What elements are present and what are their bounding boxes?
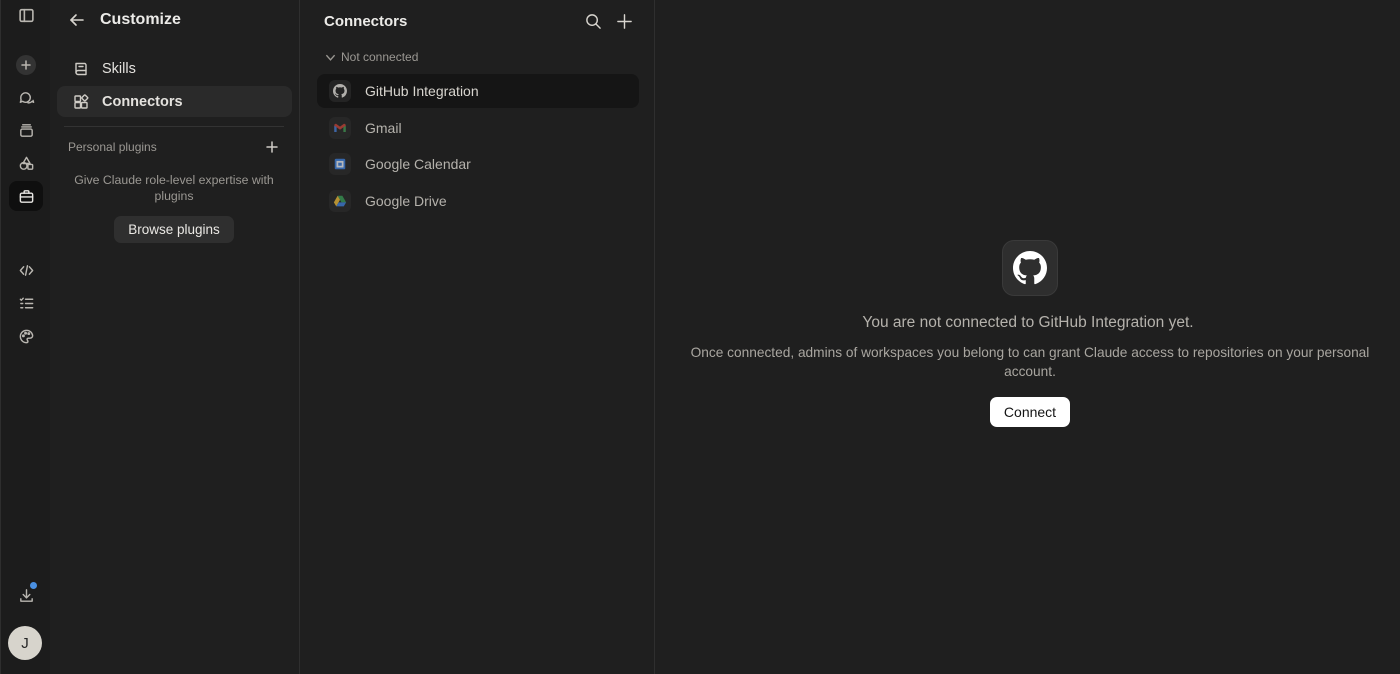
icon-rail: J [0,0,50,674]
connector-detail: You are not connected to GitHub Integrat… [656,0,1400,674]
browse-plugins-button[interactable]: Browse plugins [114,216,234,243]
skills-icon [73,61,89,77]
connector-label: Gmail [365,120,402,136]
connectors-toolbar [584,12,633,30]
add-plugin-icon[interactable] [266,141,278,153]
briefcase-icon[interactable] [9,181,43,211]
google-calendar-icon [329,153,351,175]
not-connected-toggle[interactable]: Not connected [325,50,418,64]
gmail-icon [329,117,351,139]
github-icon [329,80,351,102]
download-icon[interactable] [9,580,43,610]
detail-description: Once connected, admins of workspaces you… [690,345,1370,379]
chats-icon[interactable] [9,83,43,113]
customize-header: Customize [68,9,181,31]
nav-item-label: Connectors [102,93,183,110]
personal-plugins-header: Personal plugins [68,139,278,155]
connect-button[interactable]: Connect [990,397,1070,427]
code-icon[interactable] [9,255,43,285]
nav-item-connectors[interactable]: Connectors [57,86,292,117]
connector-label: GitHub Integration [365,83,479,99]
connector-item-google-calendar[interactable]: Google Calendar [317,147,639,181]
sidebar-toggle-icon[interactable] [9,0,43,30]
connector-label: Google Calendar [365,156,471,172]
avatar[interactable]: J [8,626,42,660]
connector-item-google-drive[interactable]: Google Drive [317,184,639,218]
chevron-down-icon [325,52,336,63]
page-title: Customize [100,11,181,28]
divider [64,126,284,127]
connectors-title: Connectors [324,13,408,30]
detail-title: You are not connected to GitHub Integrat… [862,314,1194,331]
connectors-panel: Connectors Not connected GitHub Integrat… [301,0,655,674]
projects-icon[interactable] [9,115,43,145]
section-label: Not connected [341,50,419,64]
nav-item-label: Skills [102,60,136,77]
back-arrow-icon[interactable] [68,11,86,29]
connector-item-github[interactable]: GitHub Integration [317,74,639,108]
google-drive-icon [329,190,351,212]
section-label: Personal plugins [68,140,157,154]
github-icon [1002,240,1058,296]
connector-item-gmail[interactable]: Gmail [317,111,639,145]
add-connector-icon[interactable] [615,12,633,30]
tasks-icon[interactable] [9,288,43,318]
plugins-empty-text: Give Claude role-level expertise with pl… [74,173,274,203]
artifacts-icon[interactable] [9,148,43,178]
customize-panel: Customize Skills Connectors Personal plu… [50,0,300,674]
search-icon[interactable] [584,12,602,30]
notification-dot [30,582,37,589]
new-chat-button[interactable] [16,55,36,75]
nav-item-skills[interactable]: Skills [57,53,292,84]
connector-label: Google Drive [365,193,447,209]
connectors-icon [73,93,89,110]
palette-icon[interactable] [9,321,43,351]
